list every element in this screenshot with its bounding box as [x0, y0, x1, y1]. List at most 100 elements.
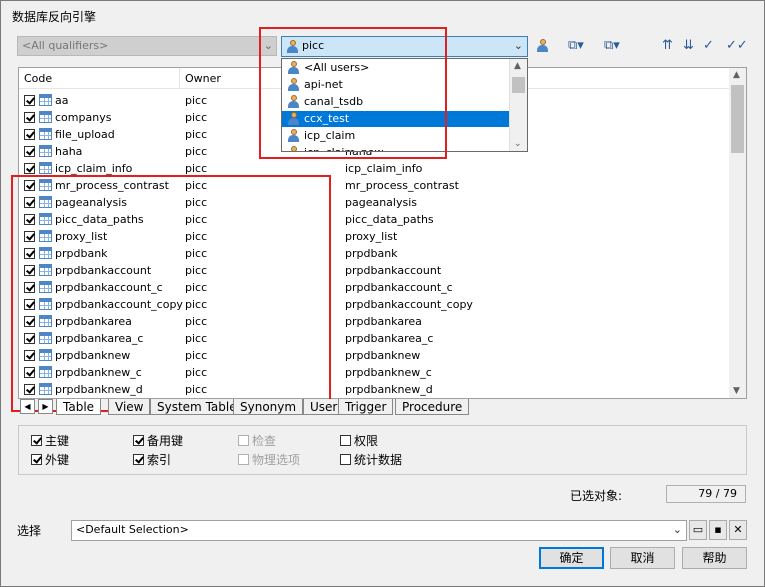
checkbox-foreign-key[interactable] — [31, 454, 42, 465]
dropdown-item-label: canal_tsdb — [304, 95, 364, 108]
selection-combo[interactable]: <Default Selection> ⌄ — [71, 520, 687, 541]
row-checkbox[interactable] — [24, 350, 35, 361]
cell-name: prpdbankarea — [345, 315, 422, 328]
table-row[interactable]: picc_data_paths picc picc_data_paths — [19, 211, 729, 228]
row-checkbox[interactable] — [24, 146, 35, 157]
table-icon — [39, 162, 52, 174]
table-row[interactable]: mr_process_contrast picc mr_process_contra… — [19, 177, 729, 194]
option-alternate-key[interactable]: 备用键 — [133, 432, 183, 449]
row-checkbox[interactable] — [24, 333, 35, 344]
row-checkbox[interactable] — [24, 367, 35, 378]
row-checkbox[interactable] — [24, 197, 35, 208]
row-checkbox[interactable] — [24, 214, 35, 225]
open-folder-icon[interactable]: ▭ — [689, 520, 707, 540]
table-row[interactable]: prpdbank picc prpdbank — [19, 245, 729, 262]
row-checkbox[interactable] — [24, 231, 35, 242]
delete-icon[interactable]: ✕ — [729, 520, 747, 540]
row-checkbox[interactable] — [24, 248, 35, 259]
row-checkbox[interactable] — [24, 180, 35, 191]
dropdown-item[interactable]: canal_tsdb — [282, 94, 527, 110]
dropdown-item[interactable]: <All users> — [282, 60, 527, 76]
tab-trigger[interactable]: Trigger — [338, 399, 394, 415]
save-icon[interactable]: ▪ — [709, 520, 727, 540]
row-checkbox[interactable] — [24, 95, 35, 106]
row-checkbox[interactable] — [24, 316, 35, 327]
owner-combo[interactable]: picc ⌄ — [281, 36, 528, 57]
checkbox-statistics[interactable] — [340, 454, 351, 465]
scroll-thumb[interactable] — [512, 77, 525, 93]
row-checkbox[interactable] — [24, 163, 35, 174]
deselect-all-icon[interactable]: ⧉▾ — [604, 38, 620, 53]
row-checkbox[interactable] — [24, 112, 35, 123]
dropdown-scrollbar[interactable]: ▲ ⌄ — [509, 59, 527, 151]
cell-owner: picc — [185, 298, 208, 311]
row-checkbox[interactable] — [24, 282, 35, 293]
cancel-button[interactable]: 取消 — [610, 547, 675, 569]
tab-prev-icon[interactable]: ◀ — [20, 399, 35, 414]
scroll-thumb[interactable] — [731, 85, 744, 153]
tab-view[interactable]: View — [108, 399, 151, 415]
help-button[interactable]: 帮助 — [682, 547, 747, 569]
row-checkbox[interactable] — [24, 299, 35, 310]
column-header-owner[interactable]: Owner — [185, 72, 221, 85]
cell-name: prpdbankaccount — [345, 264, 442, 277]
dropdown-item[interactable]: icp_claim — [282, 128, 527, 144]
row-checkbox[interactable] — [24, 384, 35, 395]
table-row[interactable]: prpdbankarea_c picc prpdbankarea_c — [19, 330, 729, 347]
dropdown-item[interactable]: api-net — [282, 77, 527, 93]
user-icon — [287, 112, 300, 125]
checkbox-alternate-key[interactable] — [133, 435, 144, 446]
tab-procedure[interactable]: Procedure — [395, 399, 470, 415]
table-row[interactable]: prpdbankaccount_c picc prpdbankaccount_c — [19, 279, 729, 296]
table-row[interactable]: prpdbanknew_d picc prpdbanknew_d — [19, 381, 729, 398]
checkbox-index[interactable] — [133, 454, 144, 465]
qualifier-combo[interactable]: <All qualifiers> ⌄ — [17, 36, 277, 56]
table-row[interactable]: icp_claim_info picc icp_claim_info — [19, 160, 729, 177]
select-all-icon[interactable]: ⧉▾ — [568, 38, 584, 53]
scroll-up-icon[interactable]: ▲ — [514, 61, 521, 71]
scroll-down-icon[interactable]: ⌄ — [514, 139, 522, 149]
cell-name: prpdbankaccount_c — [345, 281, 453, 294]
filter-icon[interactable]: ✓ — [703, 38, 714, 53]
dropdown-item[interactable]: ccx_test — [282, 111, 527, 127]
checkbox-check — [238, 435, 249, 446]
table-row[interactable]: prpdbankarea picc prpdbankarea — [19, 313, 729, 330]
move-up-icon[interactable]: ⇈ — [662, 38, 673, 53]
option-check: 检查 — [238, 432, 276, 449]
owner-dropdown-list[interactable]: <All users> api-net canal_tsdb ccx_test icp_… — [281, 58, 528, 152]
row-checkbox[interactable] — [24, 129, 35, 140]
dropdown-item[interactable]: icp_claim_new — [282, 145, 527, 151]
list-scrollbar[interactable]: ▲ ▼ — [729, 68, 746, 398]
table-icon — [39, 213, 52, 225]
column-header-code[interactable]: Code — [24, 72, 52, 85]
scroll-up-icon[interactable]: ▲ — [733, 70, 740, 80]
tab-system-table[interactable]: System Table — [150, 399, 244, 415]
table-icon — [39, 128, 52, 140]
table-row[interactable]: proxy_list picc proxy_list — [19, 228, 729, 245]
table-row[interactable]: prpdbanknew picc prpdbanknew — [19, 347, 729, 364]
option-primary-key[interactable]: 主键 — [31, 432, 69, 449]
tab-next-icon[interactable]: ▶ — [38, 399, 53, 414]
ok-button[interactable]: 确定 — [539, 547, 604, 569]
check-all-icon[interactable]: ✓✓ — [726, 38, 748, 53]
cell-name: prpdbank — [345, 247, 398, 260]
option-statistics[interactable]: 统计数据 — [340, 451, 402, 468]
tab-table[interactable]: Table — [56, 399, 102, 415]
cell-code: prpdbank — [55, 247, 108, 260]
tab-synonym[interactable]: Synonym — [233, 399, 304, 415]
scroll-down-icon[interactable]: ▼ — [733, 386, 740, 396]
table-row[interactable]: prpdbankaccount picc prpdbankaccount — [19, 262, 729, 279]
table-icon — [39, 298, 52, 310]
move-down-icon[interactable]: ⇊ — [683, 38, 694, 53]
table-row[interactable]: prpdbankaccount_copy picc prpdbankaccount_… — [19, 296, 729, 313]
row-checkbox[interactable] — [24, 265, 35, 276]
table-row[interactable]: pageanalysis picc pageanalysis — [19, 194, 729, 211]
checkbox-permissions[interactable] — [340, 435, 351, 446]
option-foreign-key[interactable]: 外键 — [31, 451, 69, 468]
user-icon[interactable] — [536, 38, 549, 53]
checkbox-primary-key[interactable] — [31, 435, 42, 446]
option-index[interactable]: 索引 — [133, 451, 171, 468]
dropdown-item-label: api-net — [304, 78, 343, 91]
table-row[interactable]: prpdbanknew_c picc prpdbanknew_c — [19, 364, 729, 381]
option-permissions[interactable]: 权限 — [340, 432, 378, 449]
